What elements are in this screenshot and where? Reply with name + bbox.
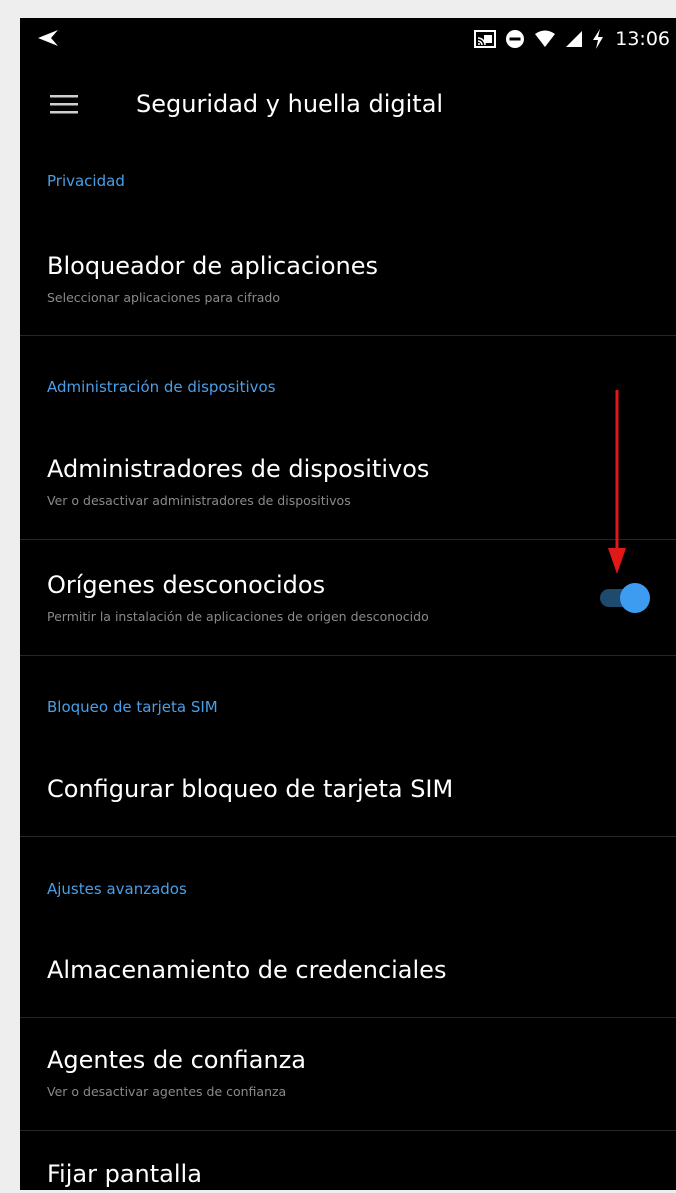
phone-screen: 13:06 Seguridad y huella digital Privaci…	[20, 18, 676, 1190]
list-item-unknown-sources[interactable]: Orígenes desconocidos Permitir la instal…	[20, 559, 676, 655]
signal-icon	[566, 31, 583, 47]
item-title: Bloqueador de aplicaciones	[47, 252, 378, 280]
status-bar: 13:06	[20, 18, 676, 60]
list-item-credential-storage[interactable]: Almacenamiento de credenciales	[20, 944, 676, 1018]
divider	[20, 1130, 676, 1131]
status-time: 13:06	[615, 28, 670, 50]
section-header-privacy: Privacidad	[47, 172, 125, 190]
section-header-sim-lock: Bloqueo de tarjeta SIM	[47, 698, 218, 716]
item-title: Administradores de dispositivos	[47, 455, 430, 483]
item-subtitle: Ver o desactivar administradores de disp…	[47, 493, 351, 508]
list-item-app-locker[interactable]: Bloqueador de aplicaciones Seleccionar a…	[20, 240, 676, 336]
divider	[20, 335, 676, 336]
divider	[20, 539, 676, 540]
item-title: Configurar bloqueo de tarjeta SIM	[47, 775, 454, 803]
list-item-screen-pinning[interactable]: Fijar pantalla	[20, 1148, 676, 1190]
do-not-disturb-icon	[506, 30, 525, 48]
divider	[20, 655, 676, 656]
battery-charging-icon	[593, 29, 604, 49]
list-item-configure-sim-lock[interactable]: Configurar bloqueo de tarjeta SIM	[20, 763, 676, 837]
toggle-thumb	[620, 583, 650, 613]
divider	[20, 836, 676, 837]
hamburger-menu-icon[interactable]	[50, 94, 80, 116]
wifi-icon	[535, 30, 556, 47]
item-title: Fijar pantalla	[47, 1160, 202, 1188]
section-header-advanced: Ajustes avanzados	[47, 880, 187, 898]
page-title: Seguridad y huella digital	[136, 90, 444, 118]
item-subtitle: Seleccionar aplicaciones para cifrado	[47, 290, 281, 305]
list-item-device-admins[interactable]: Administradores de dispositivos Ver o de…	[20, 443, 676, 539]
toolbar: Seguridad y huella digital	[20, 60, 676, 144]
cast-icon	[474, 30, 497, 48]
item-title: Orígenes desconocidos	[47, 571, 326, 599]
item-title: Agentes de confianza	[47, 1046, 306, 1074]
section-header-device-admin: Administración de dispositivos	[47, 378, 276, 396]
divider	[20, 1017, 676, 1018]
list-item-trust-agents[interactable]: Agentes de confianza Ver o desactivar ag…	[20, 1034, 676, 1130]
back-arrow-icon[interactable]	[36, 28, 60, 48]
item-title: Almacenamiento de credenciales	[47, 956, 447, 984]
item-subtitle: Ver o desactivar agentes de confianza	[47, 1084, 287, 1099]
status-icons: 13:06	[474, 26, 670, 52]
red-arrow-annotation	[608, 390, 626, 574]
item-subtitle: Permitir la instalación de aplicaciones …	[47, 609, 429, 624]
unknown-sources-toggle[interactable]	[598, 581, 652, 615]
